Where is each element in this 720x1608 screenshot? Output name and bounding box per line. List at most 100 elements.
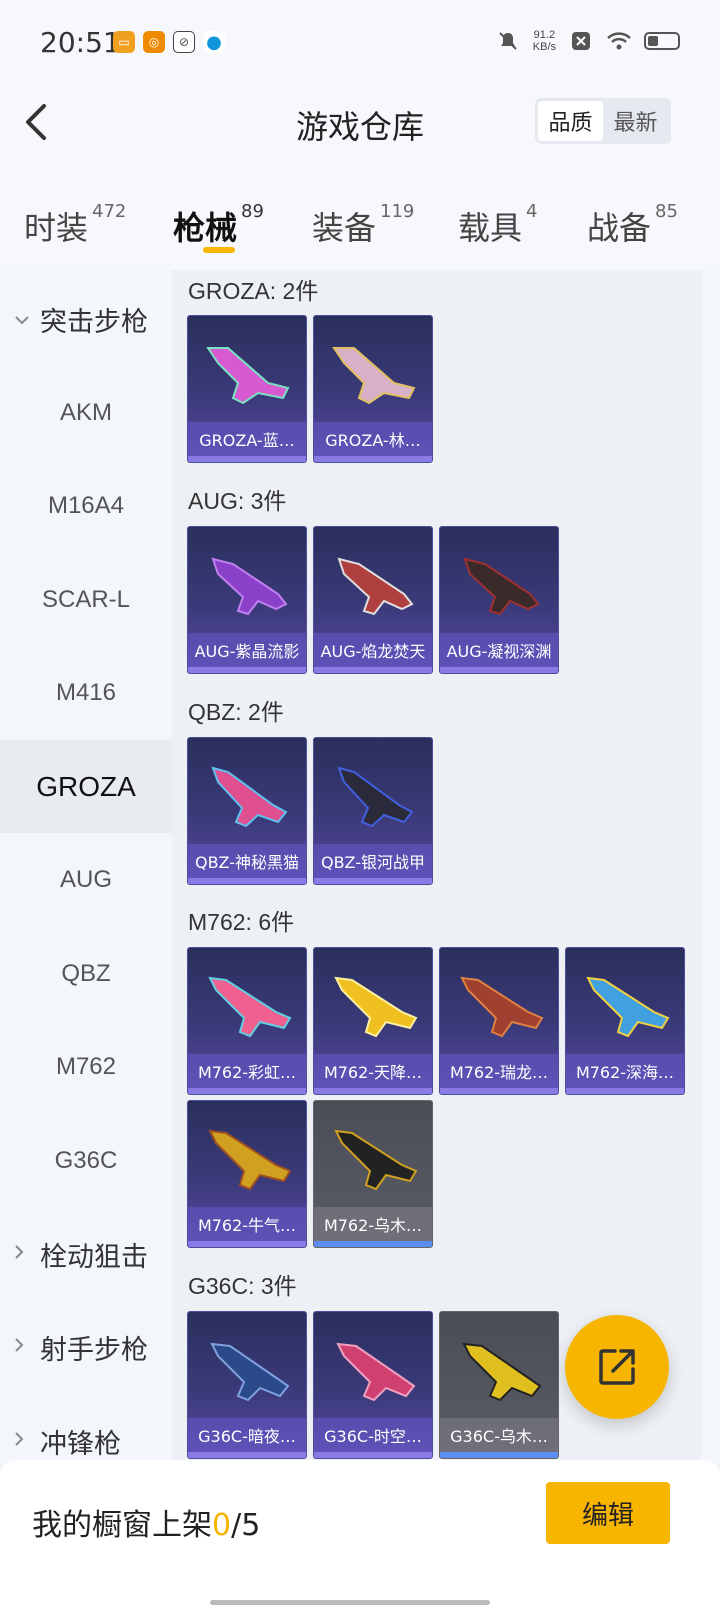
chevron-right-icon (14, 1337, 32, 1358)
item-name: GROZA-林… (314, 422, 432, 456)
rarity-bar (314, 1088, 432, 1094)
game-app-icon: ▭ (113, 31, 135, 53)
sort-newest-button[interactable]: 最新 (603, 101, 668, 141)
tab-supplies[interactable]: 战备 85 (587, 201, 678, 249)
rarity-bar (314, 878, 432, 884)
item-card[interactable]: M762-瑞龙… (439, 947, 559, 1095)
item-card[interactable]: GROZA-蓝… (187, 315, 307, 463)
item-card[interactable]: AUG-焰龙焚天 (313, 526, 433, 674)
item-card[interactable]: M762-牛气… (187, 1100, 307, 1248)
item-card[interactable]: M762-彩虹… (187, 947, 307, 1095)
item-name: QBZ-神秘黑猫 (188, 844, 306, 878)
item-card[interactable]: M762-深海… (565, 947, 685, 1095)
tab-equipment[interactable]: 装备 119 (312, 201, 414, 249)
sidebar-category-assault[interactable]: 突击步枪 (0, 273, 172, 366)
showcase-label: 我的橱窗上架 (32, 1508, 212, 1543)
item-card[interactable]: GROZA-林… (313, 315, 433, 463)
tab-label: 枪械 (173, 209, 238, 247)
item-grid: GROZA: 2件 GROZA-蓝… GROZA-林… AUG: 3件 AUG-… (172, 270, 702, 1460)
home-indicator[interactable] (210, 1600, 490, 1605)
showcase-total: /5 (231, 1508, 261, 1543)
item-name: M762-瑞龙… (440, 1054, 558, 1088)
rarity-bar (440, 667, 558, 673)
wifi-icon (606, 28, 632, 54)
gun-skin-image (460, 976, 544, 1038)
group-title-m762: M762: 6件 (188, 909, 295, 935)
tab-count: 472 (92, 201, 127, 222)
sidebar-category-label: 栓动狙击 (40, 1242, 148, 1273)
gun-skin-image (463, 557, 540, 616)
sidebar-category-label: 突击步枪 (40, 307, 148, 338)
sidebar-item-groza[interactable]: GROZA (0, 740, 172, 833)
gun-skin-image (208, 976, 292, 1038)
item-card[interactable]: G36C-暗夜… (187, 1311, 307, 1459)
item-card[interactable]: QBZ-神秘黑猫 (187, 737, 307, 885)
sidebar-item-akm[interactable]: AKM (0, 366, 172, 459)
rarity-bar (188, 1241, 306, 1247)
item-card[interactable]: G36C-乌木… (439, 1311, 559, 1459)
bottom-bar: 我的橱窗上架0/5 编辑 (0, 1460, 720, 1608)
tab-fashion[interactable]: 时装 472 (24, 201, 127, 249)
item-card[interactable]: M762-天降… (313, 947, 433, 1095)
net-speed-unit: KB/s (532, 41, 556, 53)
showcase-count: 0 (212, 1508, 232, 1543)
link-app-icon: ⊘ (173, 31, 195, 53)
sort-quality-button[interactable]: 品质 (538, 101, 603, 141)
sidebar-category-sniper[interactable]: 栓动狙击 (0, 1208, 172, 1301)
sidebar-item-scar-l[interactable]: SCAR-L (0, 553, 172, 646)
rarity-bar (314, 456, 432, 462)
battery-icon (644, 32, 680, 50)
sidebar-item-m762[interactable]: M762 (0, 1020, 172, 1113)
tab-count: 89 (241, 201, 264, 222)
item-name: G36C-乌木… (440, 1418, 558, 1452)
tab-count: 4 (526, 201, 538, 222)
group-title-qbz: QBZ: 2件 (188, 699, 284, 725)
gun-skin-image (206, 347, 290, 405)
group-title-groza: GROZA: 2件 (188, 278, 319, 304)
tab-firearms[interactable]: 枪械 89 (173, 201, 264, 249)
sidebar-item-aug[interactable]: AUG (0, 833, 172, 926)
sidebar-item-m16a4[interactable]: M16A4 (0, 459, 172, 552)
rarity-bar (188, 878, 306, 884)
tab-vehicles[interactable]: 载具 4 (458, 201, 538, 249)
status-app-icons: ▭ ◎ ⊘ ● (113, 31, 225, 53)
sort-toggle: 品质 最新 (535, 98, 671, 144)
chevron-right-icon (14, 1244, 32, 1265)
item-name: M762-深海… (566, 1054, 684, 1088)
item-name: G36C-时空… (314, 1418, 432, 1452)
item-card[interactable]: G36C-时空… (313, 1311, 433, 1459)
gun-skin-image (210, 1342, 290, 1402)
item-name: GROZA-蓝… (188, 422, 306, 456)
sidebar-category-smg[interactable]: 冲锋枪 (0, 1395, 172, 1460)
sidebar-item-m416[interactable]: M416 (0, 646, 172, 739)
gun-skin-image (337, 557, 414, 616)
rarity-bar (314, 667, 432, 673)
rarity-bar (440, 1088, 558, 1094)
item-name: AUG-凝视深渊 (440, 633, 558, 667)
sidebar-category-marksman[interactable]: 射手步枪 (0, 1301, 172, 1394)
item-card[interactable]: M762-乌木… (313, 1100, 433, 1248)
sidebar-item-qbz[interactable]: QBZ (0, 927, 172, 1020)
gun-skin-image (332, 347, 416, 405)
item-card[interactable]: AUG-紫晶流影 (187, 526, 307, 674)
chevron-right-icon (14, 1431, 32, 1452)
item-name: M762-天降… (314, 1054, 432, 1088)
net-speed-value: 91.2 (533, 29, 556, 41)
close-box-icon (568, 28, 594, 54)
share-button[interactable] (565, 1315, 669, 1419)
item-name: G36C-暗夜… (188, 1418, 306, 1452)
showcase-status: 我的橱窗上架0/5 (32, 1500, 260, 1544)
tab-label: 时装 (24, 209, 89, 247)
item-card[interactable]: QBZ-银河战甲 (313, 737, 433, 885)
item-name: AUG-焰龙焚天 (314, 633, 432, 667)
net-speed: 91.2 KB/s (533, 29, 556, 53)
edit-button[interactable]: 编辑 (546, 1482, 670, 1544)
gun-skin-image (337, 766, 414, 828)
sidebar-item-g36c[interactable]: G36C (0, 1114, 172, 1207)
gun-skin-image (211, 766, 288, 828)
item-card[interactable]: AUG-凝视深渊 (439, 526, 559, 674)
share-icon (599, 1349, 635, 1385)
sidebar-category-label: 冲锋枪 (40, 1429, 121, 1460)
group-title-g36c: G36C: 3件 (188, 1273, 297, 1299)
mute-icon (495, 28, 521, 54)
